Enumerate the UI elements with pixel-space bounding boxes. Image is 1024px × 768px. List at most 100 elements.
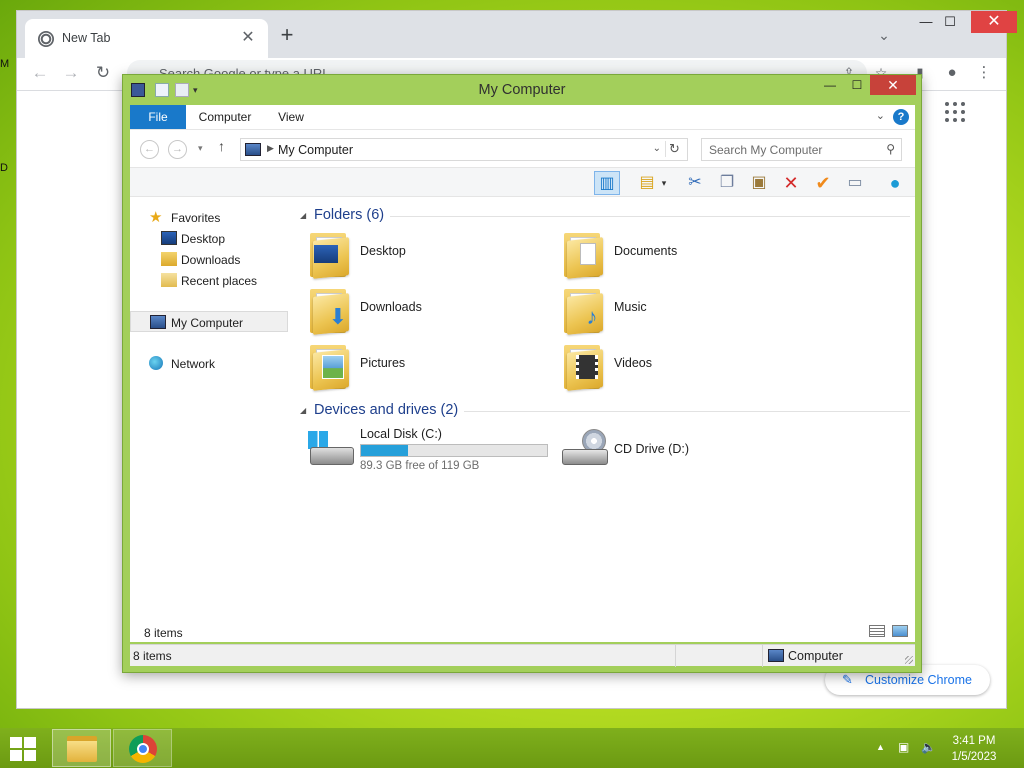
pencil-icon: ✎ [842, 672, 853, 687]
folder-documents[interactable]: Documents [562, 229, 802, 281]
folder-downloads[interactable]: ⬇ Downloads [308, 285, 548, 337]
star-icon: ★ [149, 209, 163, 226]
properties-icon[interactable]: ▭ [842, 171, 868, 195]
desktop-icon-fragment[interactable]: D [0, 162, 10, 176]
help-icon[interactable]: ? [893, 109, 909, 125]
explorer-minimize-button[interactable]: — [816, 75, 844, 95]
up-arrow-icon[interactable]: ↑ [218, 138, 225, 154]
explorer-maximize-button[interactable]: ☐ [843, 75, 871, 95]
breadcrumb-my-computer[interactable]: My Computer [278, 143, 353, 157]
local-disk-icon [308, 427, 354, 477]
profile-avatar-icon[interactable]: ● [940, 61, 964, 85]
rename-check-icon[interactable]: ✔ [810, 171, 836, 195]
tray-overflow-icon[interactable]: ▲ [876, 742, 885, 752]
new-tab-button[interactable]: + [275, 24, 299, 48]
chrome-favicon-icon [38, 31, 54, 47]
taskbar-file-explorer-button[interactable] [52, 729, 111, 767]
explorer-title: My Computer [478, 82, 566, 98]
desktop-icon-fragment[interactable]: M [0, 58, 10, 72]
start-windows-icon[interactable] [10, 737, 38, 761]
devices-header-text: Devices and drives (2) [314, 402, 459, 418]
globe-icon[interactable]: ● [882, 171, 908, 195]
view-dropdown-icon[interactable]: ▾ [658, 171, 670, 195]
chrome-tab-new-tab[interactable]: New Tab ✕ [25, 19, 268, 58]
search-input[interactable]: Search My Computer ⚲ [701, 138, 902, 161]
folder-desktop[interactable]: Desktop [308, 229, 548, 281]
content-item-count: 8 items [144, 626, 183, 640]
pictures-folder-icon [308, 341, 354, 391]
nav-desktop[interactable]: Desktop [130, 228, 288, 249]
back-icon[interactable]: ← [140, 140, 159, 159]
drive-c-free-space: 89.3 GB free of 119 GB [360, 460, 480, 472]
chrome-close-button[interactable]: ✕ [971, 11, 1017, 33]
tab-computer[interactable]: Computer [190, 105, 260, 129]
recent-locations-icon[interactable]: ▾ [198, 143, 203, 154]
copy-icon[interactable]: ❐ [714, 171, 740, 195]
address-dropdown-icon[interactable]: ⌄ [653, 143, 661, 154]
folder-videos[interactable]: Videos [562, 341, 802, 393]
nav-favorites[interactable]: ★ Favorites [130, 207, 288, 228]
google-apps-icon[interactable] [945, 102, 965, 122]
taskbar-chrome-button[interactable] [113, 729, 172, 767]
status-divider [675, 645, 676, 667]
tab-file[interactable]: File [130, 105, 186, 129]
resize-grip-icon[interactable] [905, 656, 913, 664]
forward-arrow-icon[interactable]: → [59, 61, 83, 85]
downloads-folder-icon: ⬇ [308, 285, 354, 335]
explorer-close-button[interactable]: ✕ [870, 75, 916, 95]
nav-downloads[interactable]: Downloads [130, 249, 288, 270]
group-divider [464, 411, 910, 412]
back-arrow-icon[interactable]: ← [28, 61, 52, 85]
expand-ribbon-icon[interactable]: ⌄ [876, 109, 885, 122]
delete-icon[interactable]: ✕ [778, 171, 804, 195]
nav-network[interactable]: Network [130, 353, 288, 374]
network-tray-icon[interactable]: ▣ [898, 740, 909, 754]
network-icon [149, 356, 163, 370]
tab-search-chevron-icon[interactable]: ⌄ [874, 25, 894, 45]
status-bar: 8 items Computer [130, 644, 915, 667]
reload-icon[interactable]: ↻ [91, 61, 115, 85]
select-folder-icon[interactable]: ▤ [634, 171, 660, 195]
forward-icon[interactable]: → [168, 140, 187, 159]
preview-pane-icon[interactable]: ▥ [594, 171, 620, 195]
clock-date: 1/5/2023 [951, 751, 997, 763]
collapse-triangle-icon[interactable]: ◢ [300, 406, 306, 415]
drive-c[interactable]: Local Disk (C:) 89.3 GB free of 119 GB [308, 427, 568, 479]
drive-d[interactable]: CD Drive (D:) [562, 427, 802, 479]
videos-folder-icon [562, 341, 608, 391]
documents-folder-icon [562, 229, 608, 279]
large-icons-view-icon[interactable] [892, 625, 908, 637]
refresh-icon[interactable]: ↻ [665, 141, 683, 157]
tab-view[interactable]: View [266, 105, 316, 129]
nav-my-computer[interactable]: My Computer [130, 311, 288, 332]
group-divider [390, 216, 910, 217]
folders-group-header[interactable]: ◢ Folders (6) [298, 206, 910, 226]
navigation-pane: ★ Favorites Desktop Downloads Recent pla… [130, 197, 290, 642]
chrome-maximize-button[interactable]: ☐ [935, 11, 965, 33]
nav-recent-places[interactable]: Recent places [130, 270, 288, 291]
volume-icon[interactable]: 🔈 [921, 740, 936, 754]
computer-icon [245, 143, 261, 156]
folder-pictures[interactable]: Pictures [308, 341, 548, 393]
cd-drive-icon [562, 427, 608, 477]
drive-c-usage-bar [360, 444, 548, 457]
search-placeholder: Search My Computer [709, 143, 823, 157]
folder-music[interactable]: ♪ Music [562, 285, 802, 337]
cut-icon[interactable]: ✂ [682, 171, 708, 195]
desktop-folder-icon [308, 229, 354, 279]
tab-close-icon[interactable]: ✕ [238, 28, 258, 48]
chrome-icon [129, 735, 157, 763]
command-bar: ▥ ▤ ▾ ✂ ❐ ▣ ✕ ✔ ▭ ● [130, 167, 915, 197]
taskbar-clock[interactable]: 3:41 PM 1/5/2023 [944, 733, 1004, 765]
address-bar[interactable]: ▶ My Computer ⌄ ↻ [240, 138, 688, 161]
details-view-icon[interactable] [869, 625, 885, 637]
chrome-menu-icon[interactable]: ⋮ [972, 61, 996, 85]
address-row: ← → ▾ ↑ ▶ My Computer ⌄ ↻ Search My Comp… [130, 129, 915, 167]
recent-places-icon [161, 273, 177, 287]
explorer-title-bar[interactable]: ▾ My Computer — ☐ ✕ [123, 75, 921, 105]
breadcrumb-chevron-icon[interactable]: ▶ [267, 143, 274, 154]
collapse-triangle-icon[interactable]: ◢ [300, 211, 306, 220]
status-divider [762, 645, 763, 667]
paste-icon[interactable]: ▣ [746, 171, 772, 195]
devices-group-header[interactable]: ◢ Devices and drives (2) [298, 401, 910, 421]
